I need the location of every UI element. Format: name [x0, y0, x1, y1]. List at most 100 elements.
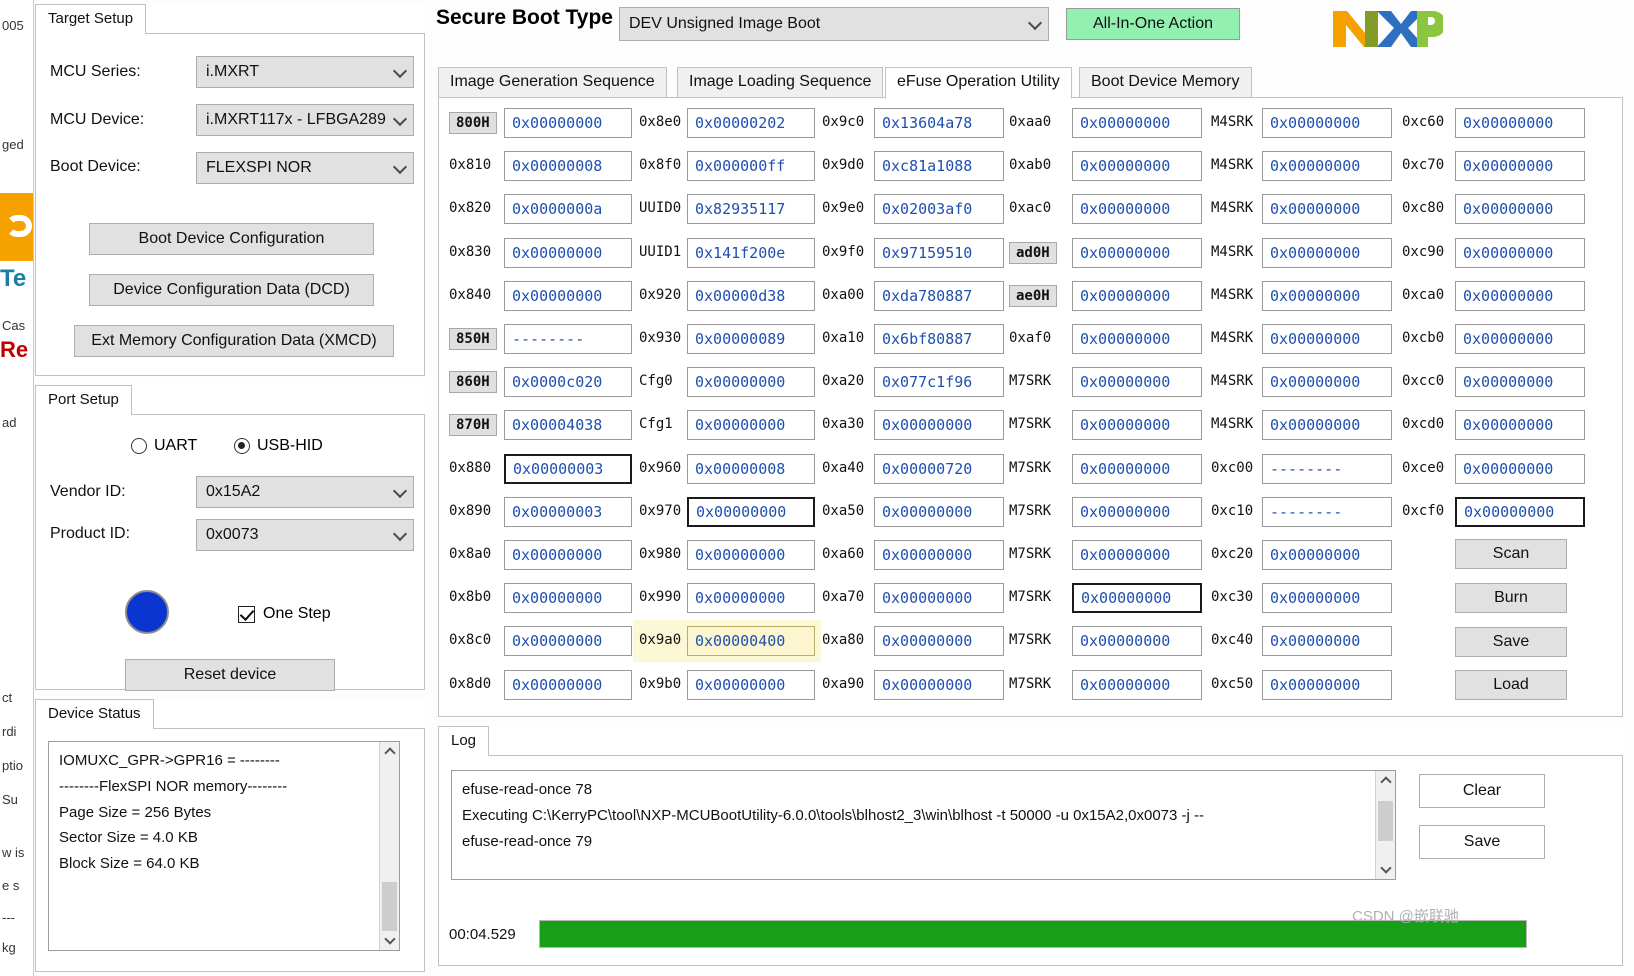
- secure-boot-type-select[interactable]: DEV Unsigned Image Boot: [619, 7, 1049, 41]
- efuse-value-input[interactable]: 0x00000000: [1072, 410, 1202, 441]
- efuse-value-input[interactable]: 0x00000000: [1072, 237, 1202, 268]
- efuse-value-input[interactable]: 0x00000000: [1072, 108, 1202, 138]
- efuse-value-input[interactable]: 0x141f200e: [687, 237, 815, 268]
- log-scrollbar[interactable]: [1375, 771, 1395, 879]
- efuse-value-input[interactable]: 0x00000000: [1262, 540, 1392, 570]
- boot-device-select[interactable]: FLEXSPI NOR: [196, 152, 414, 184]
- efuse-value-input[interactable]: 0x00000202: [687, 108, 815, 138]
- efuse-value-input[interactable]: 0x00000000: [874, 583, 1004, 614]
- efuse-value-input[interactable]: 0x00000720: [874, 453, 1004, 484]
- device-status-scrollbar[interactable]: [379, 742, 399, 950]
- tab-image-loading-sequence[interactable]: Image Loading Sequence: [677, 67, 884, 99]
- mcu-series-select[interactable]: i.MXRT: [196, 56, 414, 88]
- efuse-value-input[interactable]: 0x00000000: [1455, 194, 1585, 225]
- efuse-value-input[interactable]: 0x00000000: [1072, 496, 1202, 527]
- efuse-value-input[interactable]: 0x00000003: [504, 453, 632, 484]
- efuse-value-input[interactable]: 0x00000000: [1072, 194, 1202, 225]
- radio-uart[interactable]: UART: [131, 437, 197, 455]
- product-id-select[interactable]: 0x0073: [196, 519, 414, 551]
- efuse-value-input[interactable]: 0x00000000: [1072, 669, 1202, 700]
- efuse-value-input[interactable]: 0x00000000: [1072, 367, 1202, 398]
- efuse-value-input[interactable]: 0x00000000: [1262, 194, 1392, 225]
- efuse-value-input[interactable]: 0x00000000: [687, 410, 815, 441]
- efuse-value-input[interactable]: 0xc81a1088: [874, 151, 1004, 182]
- connection-status-indicator[interactable]: [125, 590, 169, 634]
- log-save-button[interactable]: Save: [1419, 825, 1545, 859]
- efuse-burn-button[interactable]: Burn: [1455, 583, 1567, 613]
- scrollbar-thumb[interactable]: [382, 882, 397, 932]
- efuse-scan-button[interactable]: Scan: [1455, 539, 1567, 569]
- efuse-value-input[interactable]: 0x00000000: [687, 367, 815, 398]
- efuse-value-input[interactable]: 0x00000008: [504, 151, 632, 182]
- efuse-value-input[interactable]: 0x00000000: [687, 496, 815, 527]
- scroll-down-icon[interactable]: [380, 931, 399, 950]
- efuse-value-input[interactable]: 0x82935117: [687, 194, 815, 225]
- scroll-down-icon[interactable]: [1376, 860, 1395, 879]
- efuse-value-input[interactable]: 0x00000000: [1262, 410, 1392, 441]
- efuse-value-input[interactable]: 0x00000000: [1262, 324, 1392, 354]
- efuse-value-input[interactable]: 0x00000000: [504, 540, 632, 570]
- efuse-value-input[interactable]: 0x00000d38: [687, 280, 815, 311]
- reset-device-button[interactable]: Reset device: [125, 659, 335, 691]
- efuse-value-input[interactable]: 0x00000000: [504, 108, 632, 138]
- efuse-value-input[interactable]: 0x00000000: [687, 583, 815, 614]
- ext-memory-configuration-data-button[interactable]: Ext Memory Configuration Data (XMCD): [74, 325, 394, 357]
- scroll-up-icon[interactable]: [1376, 771, 1395, 790]
- efuse-value-input[interactable]: 0x13604a78: [874, 108, 1004, 138]
- efuse-value-input[interactable]: 0x00000008: [687, 453, 815, 484]
- efuse-value-input[interactable]: 0x0000000a: [504, 194, 632, 225]
- efuse-value-input[interactable]: 0x00000089: [687, 324, 815, 354]
- efuse-value-input[interactable]: 0x00000000: [1072, 583, 1202, 614]
- scrollbar-thumb[interactable]: [1378, 801, 1393, 841]
- efuse-value-input[interactable]: 0x00000000: [504, 626, 632, 657]
- vendor-id-select[interactable]: 0x15A2: [196, 476, 414, 508]
- efuse-value-input[interactable]: 0x00000000: [1072, 280, 1202, 311]
- efuse-value-input[interactable]: 0x00000000: [687, 669, 815, 700]
- efuse-value-input[interactable]: 0x00000000: [1072, 324, 1202, 354]
- efuse-value-input[interactable]: 0x0000c020: [504, 367, 632, 398]
- efuse-value-input[interactable]: 0x077c1f96: [874, 367, 1004, 398]
- mcu-device-select[interactable]: i.MXRT117x - LFBGA289: [196, 104, 414, 136]
- efuse-value-input[interactable]: 0x00000000: [504, 669, 632, 700]
- efuse-value-input[interactable]: 0x00000000: [1072, 626, 1202, 657]
- efuse-value-input[interactable]: --------: [1262, 496, 1392, 527]
- efuse-value-input[interactable]: 0x00000000: [874, 626, 1004, 657]
- efuse-value-input[interactable]: 0x00000000: [1262, 151, 1392, 182]
- boot-device-configuration-button[interactable]: Boot Device Configuration: [89, 223, 374, 255]
- efuse-value-input[interactable]: 0x00000000: [1072, 540, 1202, 570]
- efuse-value-input[interactable]: 0x00000000: [1455, 496, 1585, 527]
- efuse-value-input[interactable]: 0x00000000: [1455, 367, 1585, 398]
- efuse-value-input[interactable]: 0x00000000: [1262, 583, 1392, 614]
- efuse-value-input[interactable]: 0x00004038: [504, 410, 632, 441]
- efuse-value-input[interactable]: 0x00000000: [1262, 367, 1392, 398]
- efuse-value-input[interactable]: 0x00000000: [1455, 237, 1585, 268]
- scroll-up-icon[interactable]: [380, 742, 399, 761]
- efuse-value-input[interactable]: 0x00000000: [1455, 280, 1585, 311]
- efuse-value-input[interactable]: 0x00000000: [874, 669, 1004, 700]
- tab-image-generation-sequence[interactable]: Image Generation Sequence: [438, 67, 667, 99]
- efuse-value-input[interactable]: 0x00000000: [1262, 669, 1392, 700]
- efuse-value-input[interactable]: 0x000000ff: [687, 151, 815, 182]
- tab-efuse-operation-utility[interactable]: eFuse Operation Utility: [885, 67, 1072, 99]
- efuse-value-input[interactable]: 0x00000000: [1262, 280, 1392, 311]
- efuse-value-input[interactable]: 0x00000000: [1072, 453, 1202, 484]
- efuse-load-button[interactable]: Load: [1455, 670, 1567, 700]
- efuse-value-input[interactable]: 0x00000000: [1455, 108, 1585, 138]
- device-configuration-data-button[interactable]: Device Configuration Data (DCD): [89, 274, 374, 306]
- efuse-value-input[interactable]: 0x00000000: [1455, 324, 1585, 354]
- efuse-value-input[interactable]: 0x00000000: [1072, 151, 1202, 182]
- efuse-value-input[interactable]: 0x02003af0: [874, 194, 1004, 225]
- tab-boot-device-memory[interactable]: Boot Device Memory: [1079, 67, 1252, 99]
- efuse-value-input[interactable]: 0x00000003: [504, 496, 632, 527]
- efuse-value-input[interactable]: 0x00000400: [687, 626, 815, 657]
- one-step-checkbox[interactable]: One Step: [238, 605, 331, 623]
- efuse-value-input[interactable]: --------: [1262, 453, 1392, 484]
- efuse-value-input[interactable]: --------: [504, 324, 632, 354]
- efuse-value-input[interactable]: 0x00000000: [687, 540, 815, 570]
- log-textarea[interactable]: efuse-read-once 78 Executing C:\KerryPC\…: [451, 770, 1396, 880]
- device-status-textarea[interactable]: IOMUXC_GPR->GPR16 = -------- --------Fle…: [48, 741, 400, 951]
- radio-usb-hid[interactable]: USB-HID: [234, 437, 323, 455]
- efuse-value-input[interactable]: 0xda780887: [874, 280, 1004, 311]
- efuse-value-input[interactable]: 0x00000000: [1262, 237, 1392, 268]
- efuse-value-input[interactable]: 0x00000000: [504, 280, 632, 311]
